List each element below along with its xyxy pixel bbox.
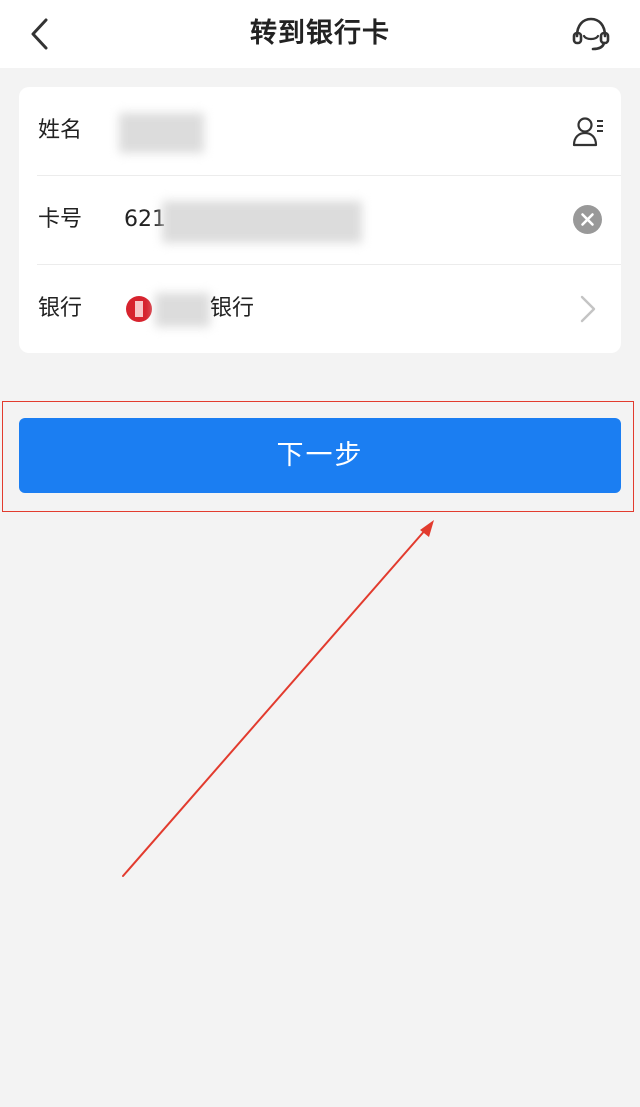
next-step-button[interactable]: 下一步: [19, 418, 621, 493]
bank-logo-icon: [126, 296, 152, 322]
bank-label: 银行: [38, 296, 83, 321]
chevron-right-icon[interactable]: [577, 292, 599, 326]
card-number-label: 卡号: [38, 207, 83, 232]
bank-name-value: 银行: [210, 296, 255, 321]
bank-row[interactable]: 银行 银行: [19, 265, 621, 353]
contact-book-button[interactable]: [572, 114, 606, 148]
transfer-form-card: 姓名 卡号 621 银行 银行: [19, 87, 621, 353]
contact-card-icon: [572, 117, 603, 147]
card-number-redaction: [162, 201, 362, 243]
clear-card-number-button[interactable]: [573, 205, 602, 234]
card-number-row[interactable]: 卡号 621: [19, 176, 621, 264]
customer-service-button[interactable]: [569, 14, 613, 54]
clear-icon: [581, 213, 594, 226]
page-title: 转到银行卡: [250, 18, 390, 49]
name-redaction: [119, 113, 204, 153]
name-label: 姓名: [38, 118, 83, 143]
navigation-bar: 转到银行卡: [0, 0, 640, 68]
name-row[interactable]: 姓名: [19, 87, 621, 175]
bank-name-redaction: [155, 293, 210, 327]
card-number-value[interactable]: 621: [124, 176, 166, 264]
headset-icon: [572, 17, 610, 51]
